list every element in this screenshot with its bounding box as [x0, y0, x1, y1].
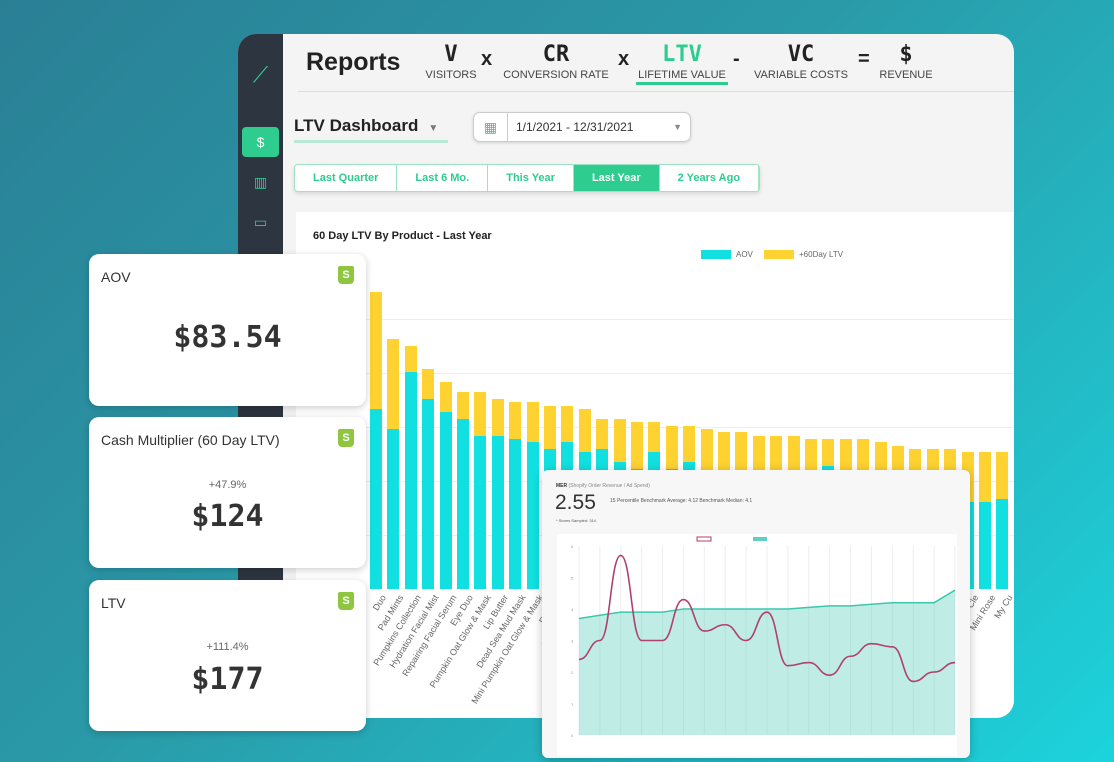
- calendar-icon: ▦: [474, 113, 508, 141]
- bar-aov[interactable]: [370, 409, 382, 589]
- formula-variable-costs[interactable]: VC VARIABLE COSTS: [750, 42, 852, 81]
- bar-60day-ltv[interactable]: [457, 392, 469, 419]
- gridline: [336, 373, 1014, 374]
- bar-aov[interactable]: [457, 419, 469, 589]
- dollar-icon[interactable]: $: [242, 127, 279, 157]
- card-change: +47.9%: [208, 479, 247, 491]
- bar-60day-ltv[interactable]: [822, 439, 835, 466]
- mer-line-chart: 0123456: [557, 534, 957, 756]
- bar-aov[interactable]: [404, 372, 417, 589]
- date-range-value: 1/1/2021 - 12/31/2021: [516, 120, 634, 134]
- chart-title: 60 Day LTV By Product - Last Year: [313, 230, 492, 242]
- formula-visitors[interactable]: V VISITORS: [421, 42, 481, 81]
- bar-60day-ltv[interactable]: [439, 382, 452, 413]
- page-title: Reports: [306, 48, 401, 76]
- formula-conversion-rate[interactable]: CR CONVERSION RATE: [500, 42, 612, 81]
- card-icon[interactable]: ▭: [242, 207, 279, 237]
- chevron-down-icon: ▼: [428, 123, 439, 134]
- dashboard-selector-label: LTV Dashboard: [294, 116, 419, 135]
- mer-chart-card: MER (Shopify Order Revenue / Ad Spend) 2…: [542, 470, 970, 758]
- operator: =: [858, 48, 870, 70]
- cash-multiplier-card: Cash Multiplier (60 Day LTV) S +47.9% $1…: [89, 417, 366, 568]
- range-last-quarter[interactable]: Last Quarter: [295, 165, 398, 191]
- bar-60day-ltv[interactable]: [979, 452, 991, 503]
- bar-60day-ltv[interactable]: [613, 419, 626, 463]
- bar-aov[interactable]: [474, 435, 487, 589]
- bar-60day-ltv[interactable]: [370, 292, 382, 409]
- shopify-icon: S: [338, 266, 354, 284]
- bar-aov[interactable]: [996, 499, 1009, 589]
- operator: -: [733, 48, 740, 70]
- mer-benchmarks: 15 Percentile Benchmark Average: 4.12 Be…: [610, 498, 753, 504]
- bar-60day-ltv[interactable]: [422, 369, 435, 399]
- card-label: AOV: [101, 269, 131, 285]
- bar-60day-ltv[interactable]: [996, 452, 1009, 499]
- card-value: $177: [191, 662, 264, 697]
- range-last-6-months[interactable]: Last 6 Mo.: [397, 165, 489, 191]
- bar-60day-ltv[interactable]: [509, 402, 522, 439]
- bar-aov[interactable]: [491, 435, 504, 589]
- dashboard-selector[interactable]: LTV Dashboard ▼: [294, 116, 448, 143]
- range-2-years-ago[interactable]: 2 Years Ago: [660, 165, 760, 191]
- bar-60day-ltv[interactable]: [665, 425, 678, 469]
- bar-aov[interactable]: [526, 442, 539, 589]
- bar-60day-ltv[interactable]: [648, 422, 661, 453]
- range-tabs: Last Quarter Last 6 Mo. This Year Last Y…: [294, 164, 761, 192]
- bar-60day-ltv[interactable]: [561, 405, 574, 443]
- bar-60day-ltv[interactable]: [631, 422, 643, 469]
- mer-title: MER (Shopify Order Revenue / Ad Spend): [556, 483, 650, 489]
- legend-benchmark: [753, 537, 767, 541]
- date-range-picker[interactable]: ▦ 1/1/2021 - 12/31/2021 ▼: [473, 112, 691, 142]
- mer-value: 2.55: [555, 491, 596, 514]
- logo-icon[interactable]: ⟋: [242, 60, 279, 90]
- gridline: [336, 319, 1014, 320]
- bar-aov[interactable]: [387, 429, 400, 589]
- range-last-year[interactable]: Last Year: [573, 165, 660, 191]
- bar-60day-ltv[interactable]: [491, 399, 504, 436]
- card-value: $124: [191, 499, 264, 534]
- bar-aov[interactable]: [439, 412, 452, 589]
- range-this-year[interactable]: This Year: [488, 165, 574, 191]
- card-label: Cash Multiplier (60 Day LTV): [101, 432, 280, 448]
- bar-60day-ltv[interactable]: [474, 392, 487, 436]
- card-label: LTV: [101, 595, 126, 611]
- bar-60day-ltv[interactable]: [683, 425, 696, 463]
- card-value: $83.54: [173, 320, 282, 355]
- bar-60day-ltv[interactable]: [700, 429, 713, 473]
- bar-60day-ltv[interactable]: [596, 419, 609, 449]
- shopify-icon: S: [338, 592, 354, 610]
- chevron-down-icon: ▼: [673, 122, 682, 132]
- bar-60day-ltv[interactable]: [404, 345, 417, 373]
- aov-card: AOV S $83.54: [89, 254, 366, 406]
- formula-lifetime-value[interactable]: LTV LIFETIME VALUE: [636, 42, 728, 85]
- building-icon[interactable]: ▥: [242, 167, 279, 197]
- shopify-icon: S: [338, 429, 354, 447]
- bar-aov[interactable]: [509, 439, 522, 589]
- formula-revenue[interactable]: $ REVENUE: [876, 42, 936, 81]
- bar-60day-ltv[interactable]: [578, 409, 591, 453]
- card-change: +111.4%: [206, 641, 249, 653]
- ltv-card: LTV S +111.4% $177: [89, 580, 366, 731]
- bar-60day-ltv[interactable]: [387, 339, 400, 429]
- bar-aov[interactable]: [979, 502, 991, 589]
- bar-60day-ltv[interactable]: [526, 402, 539, 443]
- divider: [298, 91, 1014, 92]
- legend-60day-ltv[interactable]: +60Day LTV: [764, 250, 843, 259]
- operator: x: [618, 48, 630, 70]
- operator: x: [481, 48, 493, 70]
- bar-60day-ltv[interactable]: [544, 405, 556, 449]
- mer-note: * Stores Sampled: 314: [556, 518, 597, 523]
- legend-aov[interactable]: AOV: [701, 250, 753, 259]
- bar-aov[interactable]: [422, 399, 435, 589]
